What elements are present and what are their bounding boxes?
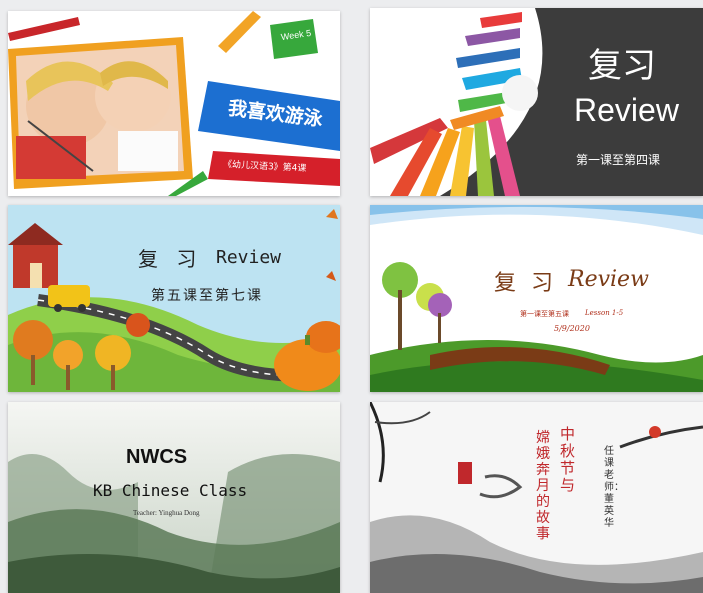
slide-5-teacher: Teacher: Yinghua Dong [133, 509, 200, 517]
slide-4-title-en: Review [568, 267, 649, 292]
slide-4-title-cn: 复 习 [494, 271, 557, 296]
slide-thumbnail-4[interactable]: 复 习 Review 第一课至第五课 Lesson 1-5 5/9/2020 [370, 205, 703, 392]
slide-5-title: NWCS [126, 446, 188, 468]
slide-4-lesson: Lesson 1-5 [585, 309, 624, 317]
slide-6-title-b: 嫦娥奔月的故事 [536, 430, 550, 542]
slide-5-subtitle: KB Chinese Class [93, 481, 248, 500]
slide-2-subtitle: 第一课至第四课 [576, 153, 661, 167]
slide-thumbnail-6[interactable]: 中秋节与 嫦娥奔月的故事 任课老师：董英华 [370, 402, 703, 593]
slide-6-teacher: 任课老师：董英华 [604, 446, 624, 529]
slide-thumbnail-2[interactable]: 复习 Review 第一课至第四课 [370, 8, 703, 196]
slide-thumbnail-1[interactable]: Week 5 我喜欢游泳 《幼儿汉语3》第4课 [8, 11, 340, 196]
slide-3-subtitle: 第五课至第七课 [151, 288, 263, 304]
slide-2-title-cn: 复习 [588, 46, 656, 86]
school-bus [48, 285, 90, 307]
slide-2-title-en: Review [574, 92, 679, 128]
slide-4-artwork [370, 205, 703, 392]
slide-thumbnail-5[interactable]: NWCS KB Chinese Class Teacher: Yinghua D… [8, 402, 340, 593]
slide-3-title-en: Review [216, 247, 282, 268]
slide-6-title-a: 中秋节与 [560, 425, 576, 494]
slide-thumbnail-3[interactable]: 复 习 Review 第五课至第七课 [8, 205, 340, 392]
red-seal [458, 462, 472, 484]
slide-4-subtitle: 第一课至第五课 [520, 310, 569, 318]
slide-4-date: 5/9/2020 [554, 324, 590, 333]
slide-3-title-cn: 复 习 [138, 247, 203, 271]
